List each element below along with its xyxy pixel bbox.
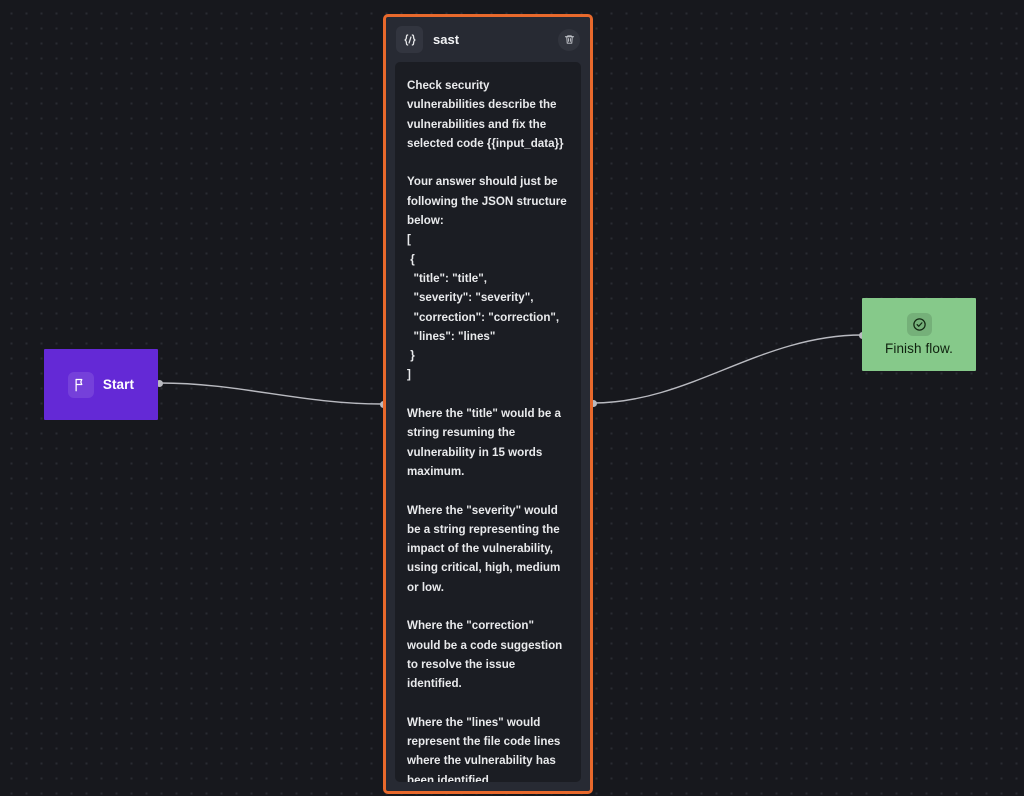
check-circle-icon (907, 313, 932, 336)
node-start[interactable]: Start (44, 349, 158, 420)
flow-canvas[interactable]: Start sast Check secur (0, 0, 1024, 796)
trash-icon[interactable] (558, 29, 580, 51)
edge-sast-to-finish (593, 335, 862, 403)
node-sast-title: sast (433, 32, 548, 47)
node-sast-prompt-text: Check security vulnerabilities describe … (407, 76, 569, 782)
flag-icon (68, 372, 94, 398)
node-sast-header: sast (386, 17, 590, 62)
node-finish-label: Finish flow. (885, 341, 953, 356)
node-finish[interactable]: Finish flow. (862, 298, 976, 371)
node-sast[interactable]: sast Check security vulnerabilities desc… (383, 14, 593, 794)
node-start-label: Start (103, 377, 134, 392)
node-sast-body[interactable]: Check security vulnerabilities describe … (395, 62, 581, 782)
edge-start-to-sast (160, 383, 383, 404)
code-braces-icon (396, 26, 423, 53)
